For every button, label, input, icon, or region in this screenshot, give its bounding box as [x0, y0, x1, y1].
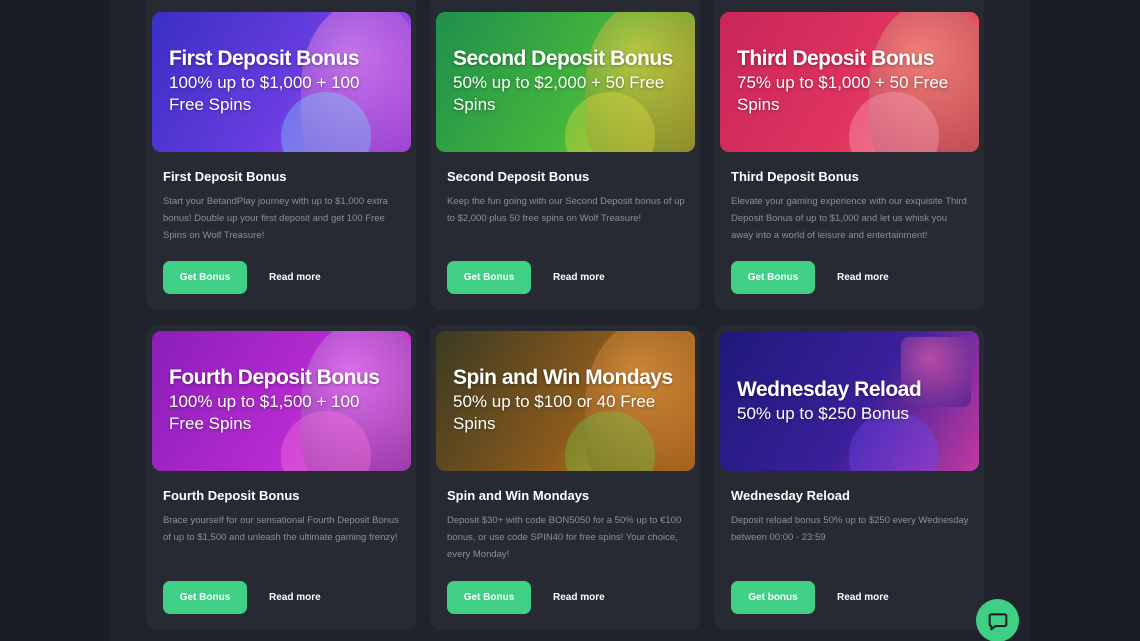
promo-card-second-deposit: Second Deposit Bonus 50% up to $2,000 + … — [430, 0, 700, 311]
banner-subtitle: 50% up to $250 Bonus — [737, 404, 910, 423]
banner-subtitle: 50% up to $2,000 + 50 Free Spins — [453, 73, 665, 114]
banner-subtitle: 75% up to $1,000 + 50 Free Spins — [737, 73, 949, 114]
read-more-link[interactable]: Read more — [837, 272, 889, 283]
card-title: First Deposit Bonus — [163, 169, 287, 184]
card-title: Wednesday Reload — [731, 488, 850, 503]
card-title: Second Deposit Bonus — [447, 169, 590, 184]
promo-card-third-deposit: Third Deposit Bonus 75% up to $1,000 + 5… — [714, 0, 984, 311]
get-bonus-button[interactable]: Get Bonus — [731, 261, 815, 294]
get-bonus-button[interactable]: Get Bonus — [163, 261, 247, 294]
card-description: Keep the fun going with our Second Depos… — [447, 196, 685, 224]
card-title: Fourth Deposit Bonus — [163, 488, 300, 503]
card-description: Start your BetandPlay journey with up to… — [163, 196, 388, 241]
promo-banner[interactable]: Wednesday Reload 50% up to $250 Bonus — [720, 331, 979, 471]
promo-banner[interactable]: Third Deposit Bonus 75% up to $1,000 + 5… — [720, 12, 979, 152]
read-more-link[interactable]: Read more — [553, 272, 605, 283]
card-description: Brace yourself for our sensational Fourt… — [163, 515, 400, 543]
promotions-grid: First Deposit Bonus 100% up to $1,000 + … — [146, 0, 984, 631]
banner-subtitle: 50% up to $100 or 40 Free Spins — [453, 392, 656, 433]
card-description: Deposit $30+ with code BON5050 for a 50%… — [447, 515, 682, 560]
read-more-link[interactable]: Read more — [269, 272, 321, 283]
promo-banner[interactable]: Fourth Deposit Bonus 100% up to $1,500 +… — [152, 331, 411, 471]
read-more-link[interactable]: Read more — [553, 592, 605, 603]
promo-banner[interactable]: First Deposit Bonus 100% up to $1,000 + … — [152, 12, 411, 152]
read-more-link[interactable]: Read more — [837, 592, 889, 603]
card-description: Elevate your gaming experience with our … — [731, 196, 967, 241]
card-title: Third Deposit Bonus — [731, 169, 859, 184]
banner-subtitle: 100% up to $1,000 + 100 Free Spins — [169, 73, 360, 114]
promo-card-first-deposit: First Deposit Bonus 100% up to $1,000 + … — [146, 0, 416, 311]
get-bonus-button[interactable]: Get bonus — [731, 581, 815, 614]
right-margin — [1030, 0, 1140, 641]
banner-title: First Deposit Bonus — [169, 47, 360, 70]
promo-banner[interactable]: Spin and Win Mondays 50% up to $100 or 4… — [436, 331, 695, 471]
promotions-page: First Deposit Bonus 100% up to $1,000 + … — [110, 0, 1030, 641]
banner-subtitle: 100% up to $1,500 + 100 Free Spins — [169, 392, 360, 433]
live-chat-button[interactable] — [976, 599, 1019, 641]
get-bonus-button[interactable]: Get Bonus — [447, 261, 531, 294]
card-title: Spin and Win Mondays — [447, 488, 590, 503]
promo-card-fourth-deposit: Fourth Deposit Bonus 100% up to $1,500 +… — [146, 325, 416, 631]
card-description: Deposit reload bonus 50% up to $250 ever… — [731, 515, 969, 543]
read-more-link[interactable]: Read more — [269, 592, 321, 603]
left-margin — [0, 0, 110, 641]
get-bonus-button[interactable]: Get Bonus — [163, 581, 247, 614]
promo-card-wednesday-reload: Wednesday Reload 50% up to $250 Bonus We… — [714, 325, 984, 631]
chat-bubble-icon — [988, 612, 1007, 630]
banner-title: Third Deposit Bonus — [737, 47, 935, 70]
banner-title: Second Deposit Bonus — [453, 47, 673, 70]
banner-title: Fourth Deposit Bonus — [169, 366, 380, 389]
get-bonus-button[interactable]: Get Bonus — [447, 581, 531, 614]
promo-banner[interactable]: Second Deposit Bonus 50% up to $2,000 + … — [436, 12, 695, 152]
promo-card-spin-and-win-mondays: Spin and Win Mondays 50% up to $100 or 4… — [430, 325, 700, 631]
banner-title: Wednesday Reload — [737, 378, 922, 401]
banner-title: Spin and Win Mondays — [453, 366, 673, 389]
